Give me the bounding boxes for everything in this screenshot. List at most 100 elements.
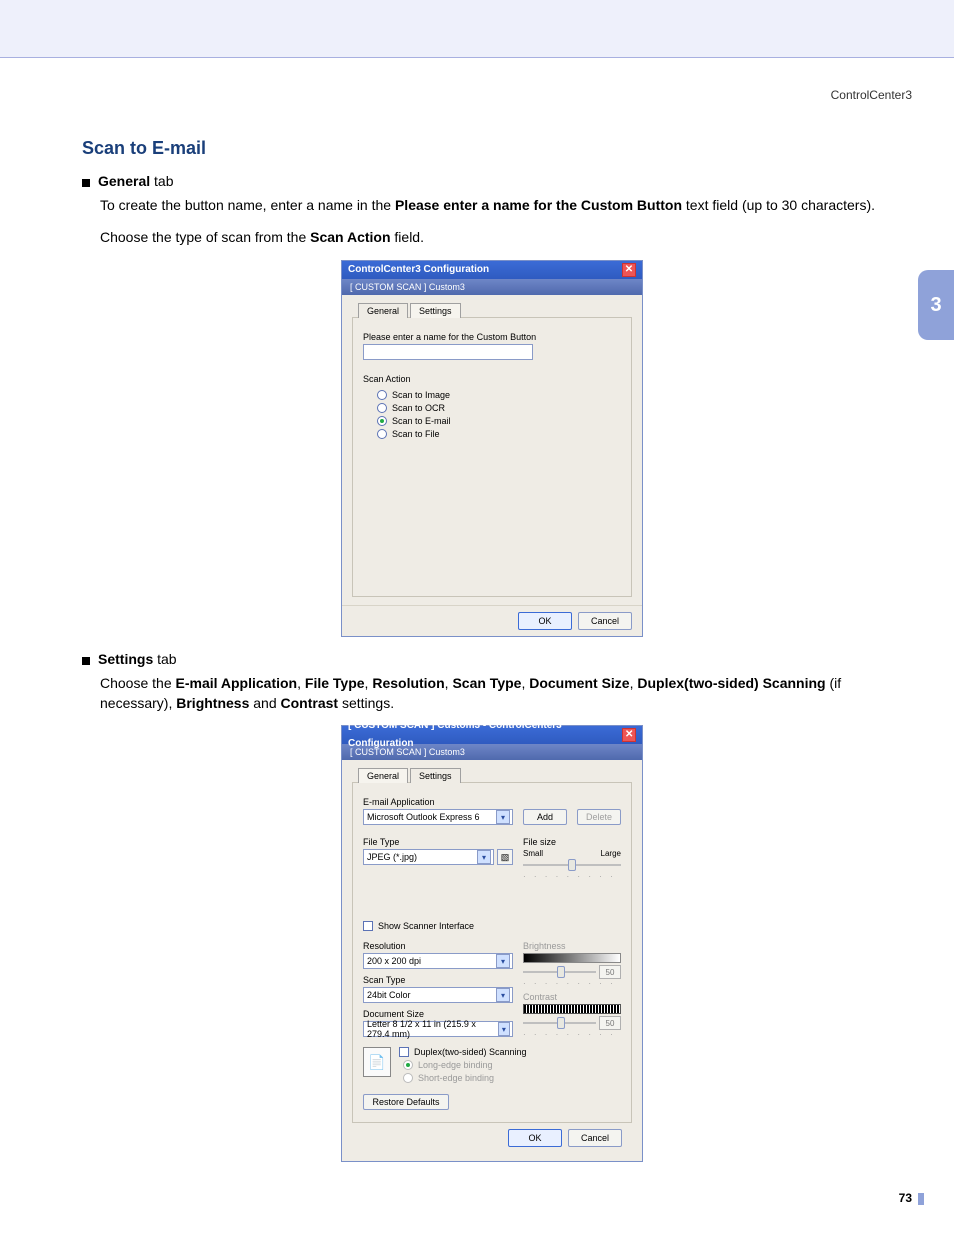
txt: field.: [391, 229, 424, 245]
contrast-gradient: [523, 1004, 621, 1014]
txt-bold: Scan Action: [310, 229, 390, 245]
txt-bold: Resolution: [372, 675, 444, 691]
filetype-row: File Type JPEG (*.jpg) ▾ ▧ File size: [363, 831, 621, 881]
duplex-checkbox[interactable]: Duplex(two-sided) Scanning: [399, 1047, 621, 1057]
slider-thumb[interactable]: [557, 966, 565, 978]
duplex-row: 📄 Duplex(two-sided) Scanning Long-edge b…: [363, 1047, 621, 1086]
cancel-button[interactable]: Cancel: [568, 1129, 622, 1147]
settings-panel: E-mail Application Microsoft Outlook Exp…: [352, 782, 632, 1123]
show-scanner-checkbox[interactable]: Show Scanner Interface: [363, 921, 621, 931]
email-app-dropdown[interactable]: Microsoft Outlook Express 6 ▾: [363, 809, 513, 825]
radio-scan-to-ocr[interactable]: Scan to OCR: [377, 403, 621, 413]
tab-settings[interactable]: Settings: [410, 768, 461, 783]
txt: text field (up to 30 characters).: [682, 197, 875, 213]
txt-bold: Document Size: [529, 675, 629, 691]
txt: Choose the: [100, 675, 176, 691]
file-type-options-button[interactable]: ▧: [497, 849, 513, 865]
bullet-general-bold: General: [98, 173, 150, 189]
radio-icon: [377, 403, 387, 413]
dialog-general-title-text: ControlCenter3 Configuration: [348, 261, 489, 279]
slider-thumb[interactable]: [557, 1017, 565, 1029]
radio-scan-to-image[interactable]: Scan to Image: [377, 390, 621, 400]
resolution-label: Resolution: [363, 941, 513, 951]
add-button[interactable]: Add: [523, 809, 567, 825]
ok-button[interactable]: OK: [518, 612, 572, 630]
dialog-settings-footer: OK Cancel: [352, 1123, 632, 1153]
slider-ticks: · · · · · · · · ·: [523, 872, 621, 881]
txt-bold: File Type: [305, 675, 365, 691]
cancel-button[interactable]: Cancel: [578, 612, 632, 630]
square-bullet-icon: [82, 657, 90, 665]
restore-defaults-button[interactable]: Restore Defaults: [363, 1094, 449, 1110]
duplex-label: Duplex(two-sided) Scanning: [414, 1047, 527, 1057]
resolution-value: 200 x 200 dpi: [367, 956, 421, 966]
radio-label: Scan to E-mail: [392, 416, 451, 426]
contrast-slider[interactable]: [523, 1016, 596, 1030]
bullet-general: General tab: [82, 173, 902, 189]
filetype-col: File Type JPEG (*.jpg) ▾ ▧: [363, 831, 513, 881]
txt: and: [249, 695, 280, 711]
page-content: Scan to E-mail General tab To create the…: [82, 138, 902, 1176]
scan-type-value: 24bit Color: [367, 990, 411, 1000]
resolution-dropdown[interactable]: 200 x 200 dpi ▾: [363, 953, 513, 969]
radio-label: Scan to Image: [392, 390, 450, 400]
delete-button[interactable]: Delete: [577, 809, 621, 825]
file-size-label: File size: [523, 837, 621, 847]
brightness-gradient: [523, 953, 621, 963]
contrast-label: Contrast: [523, 992, 621, 1002]
resolution-row: Resolution 200 x 200 dpi ▾ Scan Type 24b…: [363, 935, 621, 1039]
txt-bold: Duplex(two-sided) Scanning: [637, 675, 825, 691]
filesize-col: File size Small Large · · · · · · · · ·: [523, 831, 621, 881]
page-number: 73: [899, 1191, 912, 1205]
txt: To create the button name, enter a name …: [100, 197, 395, 213]
radio-scan-to-file[interactable]: Scan to File: [377, 429, 621, 439]
scan-type-dropdown[interactable]: 24bit Color ▾: [363, 987, 513, 1003]
tabs-row: General Settings: [358, 768, 632, 783]
radio-scan-to-email[interactable]: Scan to E-mail: [377, 416, 621, 426]
duplex-icon: 📄: [363, 1047, 391, 1077]
email-app-row: Microsoft Outlook Express 6 ▾ Add Delete: [363, 809, 621, 825]
brightness-slider[interactable]: [523, 965, 596, 979]
txt: Choose the type of scan from the: [100, 229, 310, 245]
tab-settings[interactable]: Settings: [410, 303, 461, 318]
radio-short-edge: Short-edge binding: [403, 1073, 621, 1083]
square-bullet-icon: [82, 179, 90, 187]
checkbox-icon: [399, 1047, 409, 1057]
tab-general[interactable]: General: [358, 303, 408, 318]
file-size-slider[interactable]: [523, 858, 621, 872]
txt-bold: E-mail Application: [176, 675, 298, 691]
settings-para: Choose the E-mail Application, File Type…: [100, 673, 902, 714]
dialog-settings: [ CUSTOM SCAN ] Custom3 - ControlCenter3…: [341, 725, 643, 1162]
email-app-value: Microsoft Outlook Express 6: [367, 812, 480, 822]
close-icon[interactable]: ✕: [622, 728, 636, 742]
file-type-dropdown[interactable]: JPEG (*.jpg) ▾: [363, 849, 494, 865]
scan-type-label: Scan Type: [363, 975, 513, 985]
general-panel: Please enter a name for the Custom Butto…: [352, 317, 632, 597]
radio-label: Scan to OCR: [392, 403, 445, 413]
radio-icon: [377, 416, 387, 426]
txt-bold: Contrast: [281, 695, 339, 711]
custom-name-label: Please enter a name for the Custom Butto…: [363, 332, 621, 342]
slider-ticks: · · · · · · · · ·: [523, 979, 621, 988]
slider-thumb[interactable]: [568, 859, 576, 871]
show-scanner-label: Show Scanner Interface: [378, 921, 474, 931]
close-icon[interactable]: ✕: [622, 263, 636, 277]
long-edge-label: Long-edge binding: [418, 1060, 493, 1070]
document-size-dropdown[interactable]: Letter 8 1/2 x 11 in (215.9 x 279.4 mm) …: [363, 1021, 513, 1037]
document-size-label: Document Size: [363, 1009, 513, 1019]
bullet-general-rest: tab: [150, 173, 173, 189]
general-para-1: To create the button name, enter a name …: [100, 195, 902, 215]
dialog-settings-body: General Settings E-mail Application Micr…: [342, 760, 642, 1161]
bullet-settings-bold: Settings: [98, 651, 153, 667]
txt-bold: Scan Type: [452, 675, 521, 691]
tab-general[interactable]: General: [358, 768, 408, 783]
chevron-down-icon: ▾: [496, 988, 510, 1002]
radio-long-edge: Long-edge binding: [403, 1060, 621, 1070]
ok-button[interactable]: OK: [508, 1129, 562, 1147]
chapter-side-tab: 3: [918, 270, 954, 340]
custom-name-input[interactable]: [363, 344, 533, 360]
txt-bold: Please enter a name for the Custom Butto…: [395, 197, 682, 213]
short-edge-label: Short-edge binding: [418, 1073, 494, 1083]
tabs-row: General Settings: [358, 303, 632, 318]
email-app-label: E-mail Application: [363, 797, 621, 807]
